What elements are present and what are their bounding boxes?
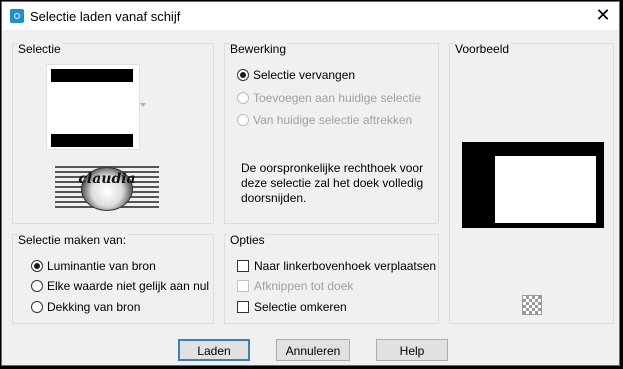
selectie-maken-group-title: Selectie maken van: [17, 233, 128, 247]
voorbeeld-group: Voorbeeld [449, 42, 614, 324]
radio-label: Selectie vervangen [253, 68, 356, 82]
bewerking-group-title: Bewerking [229, 42, 288, 56]
load-button[interactable]: Laden [178, 339, 250, 361]
thumbnail-top-bar [51, 69, 133, 82]
selectie-group-title: Selectie [17, 42, 62, 56]
opties-group: Opties Naar linkerbovenhoek verplaatsen … [224, 233, 439, 324]
checkbox-label: Afknippen tot doek [254, 279, 354, 293]
radio-indicator [237, 114, 249, 126]
cancel-button[interactable]: Annuleren [276, 339, 350, 361]
preview-selection [495, 156, 596, 223]
checkbox-omkeren[interactable]: Selectie omkeren [237, 298, 347, 316]
radio-indicator [237, 92, 249, 104]
logo-text: claudia [78, 171, 136, 187]
radio-indicator [31, 260, 43, 272]
radio-label: Dekking van bron [47, 300, 141, 314]
thumbnail-bottom-bar [51, 134, 133, 147]
radio-label: Elke waarde niet gelijk aan nul [47, 279, 210, 293]
selection-thumbnail[interactable] [46, 64, 140, 150]
radio-toevoegen[interactable]: Toevoegen aan huidige selectie [237, 89, 421, 107]
checkbox-indicator [237, 280, 249, 292]
title-bar: Selectie laden vanaf schijf ✕ [2, 2, 619, 30]
radio-label: Toevoegen aan huidige selectie [253, 91, 422, 105]
dialog-window: Selectie laden vanaf schijf ✕ Selectie c… [1, 1, 620, 366]
claudia-logo: claudia [55, 166, 159, 211]
help-button[interactable]: Help [376, 339, 448, 361]
radio-indicator [31, 280, 43, 292]
checkbox-linkerbovenhoek[interactable]: Naar linkerbovenhoek verplaatsen [237, 257, 436, 275]
radio-label: Van huidige selectie aftrekken [253, 113, 413, 127]
selectie-group: Selectie claudia [12, 42, 214, 224]
preview-canvas [462, 142, 604, 228]
checkerboard-icon[interactable] [522, 295, 542, 315]
radio-dekking[interactable]: Dekking van bron [31, 298, 140, 316]
voorbeeld-group-title: Voorbeeld [454, 42, 511, 56]
checkbox-indicator [237, 301, 249, 313]
description-line: doorsnijden. [241, 191, 307, 205]
description-line: deze selectie zal het doek volledig [241, 176, 424, 190]
radio-selectie-vervangen[interactable]: Selectie vervangen [237, 66, 355, 84]
radio-elke-waarde[interactable]: Elke waarde niet gelijk aan nul [31, 277, 209, 295]
window-title: Selectie laden vanaf schijf [30, 9, 181, 24]
checkbox-label: Naar linkerbovenhoek verplaatsen [254, 259, 437, 273]
app-icon [10, 9, 24, 23]
radio-label: Luminantie van bron [47, 259, 156, 273]
opties-group-title: Opties [229, 233, 266, 247]
checkbox-indicator [237, 260, 249, 272]
chevron-down-icon[interactable] [140, 103, 146, 107]
checkbox-afknippen[interactable]: Afknippen tot doek [237, 277, 353, 295]
radio-indicator [31, 301, 43, 313]
bewerking-group: Bewerking Selectie vervangen Toevoegen a… [224, 42, 439, 224]
bewerking-description: De oorspronkelijke rechthoek voor deze s… [241, 161, 423, 206]
description-line: De oorspronkelijke rechthoek voor [241, 161, 424, 175]
radio-aftrekken[interactable]: Van huidige selectie aftrekken [237, 111, 412, 129]
selectie-maken-group: Selectie maken van: Luminantie van bron … [12, 233, 214, 324]
checkbox-label: Selectie omkeren [254, 300, 347, 314]
radio-luminantie[interactable]: Luminantie van bron [31, 257, 156, 275]
radio-indicator [237, 69, 249, 81]
close-button[interactable]: ✕ [593, 5, 613, 25]
